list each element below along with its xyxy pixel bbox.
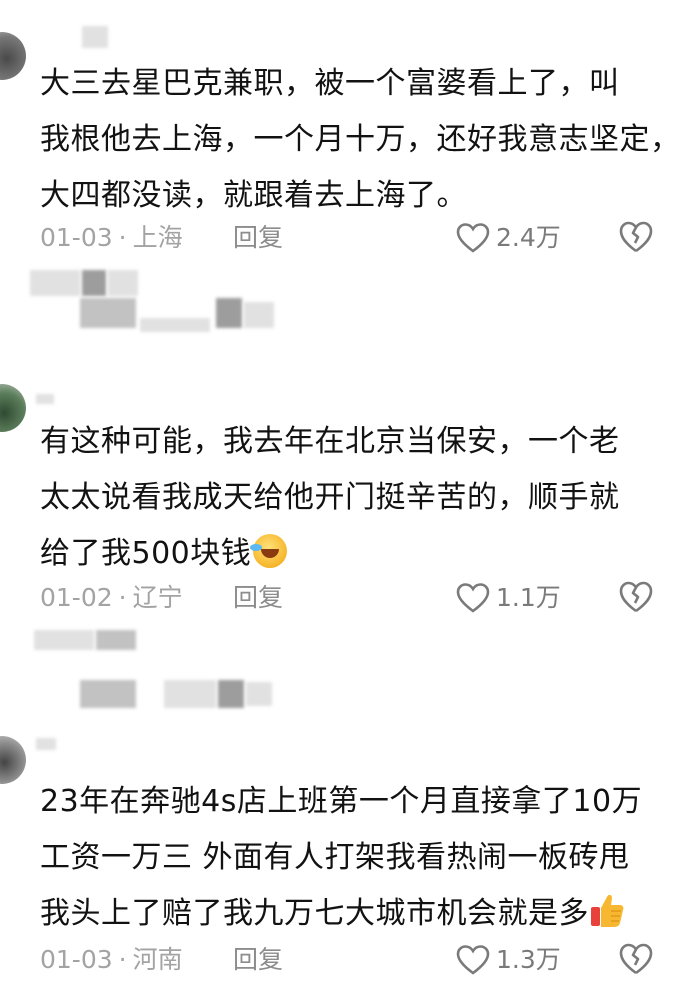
comment-line: 有这种可能，我去年在北京当保安，一个老	[40, 424, 620, 459]
heart-icon	[456, 583, 490, 613]
heart-icon	[456, 223, 490, 253]
comment-date-location: 01-03 · 上海	[40, 223, 183, 252]
heart-icon	[456, 945, 490, 975]
like-count: 1.1万	[496, 583, 561, 612]
comment-line: 给了我500块钱	[40, 526, 670, 582]
reply-preview-blurred	[140, 318, 210, 332]
broken-heart-icon[interactable]	[618, 580, 654, 614]
comment-line: 我根他去上海，一个月十万，还好我意志坚定，	[40, 122, 681, 157]
comment-line: 我头上了赔了我九万七大城市机会就是多	[40, 886, 670, 942]
comment-line: 工资一万三 外面有人打架我看热闹一板砖甩	[40, 840, 630, 875]
username-blurred	[36, 738, 56, 750]
comment-line: 大三去星巴克兼职，被一个富婆看上了，叫	[40, 66, 620, 101]
reply-preview-blurred	[34, 630, 94, 650]
avatar[interactable]	[0, 384, 26, 432]
like-button[interactable]: 2.4万	[456, 218, 561, 258]
like-button[interactable]: 1.3万	[456, 940, 561, 980]
comment-date-location: 01-02 · 辽宁	[40, 583, 183, 612]
reply-preview-blurred	[30, 270, 80, 296]
comment-meta: 01-02 · 辽宁 回复 1.1万	[40, 578, 660, 618]
like-count: 2.4万	[496, 223, 561, 252]
broken-heart-icon[interactable]	[618, 220, 654, 254]
avatar[interactable]	[0, 32, 26, 80]
like-button[interactable]: 1.1万	[456, 578, 561, 618]
comment-meta: 01-03 · 上海 回复 2.4万	[40, 218, 660, 258]
reply-preview-blurred	[218, 680, 244, 708]
reply-preview-blurred	[96, 630, 136, 650]
reply-preview-blurred	[82, 270, 106, 296]
reply-preview-blurred	[108, 270, 138, 296]
comment-date-location: 01-03 · 河南	[40, 945, 183, 974]
comment-line: 大四都没读，就跟着去上海了。	[40, 178, 467, 213]
reply-button[interactable]: 回复	[233, 940, 283, 980]
reply-preview-blurred	[216, 298, 242, 328]
comment-text: 23年在奔驰4s店上班第一个月直接拿了10万 工资一万三 外面有人打架我看热闹一…	[40, 774, 670, 942]
like-count: 1.3万	[496, 945, 561, 974]
broken-heart-icon[interactable]	[618, 942, 654, 976]
comment-line: 23年在奔驰4s店上班第一个月直接拿了10万	[40, 784, 643, 819]
reply-preview-blurred	[80, 680, 136, 708]
rolling-laughing-emoji-icon	[250, 534, 288, 568]
comment-line: 太太说看我成天给他开门挺辛苦的，顺手就	[40, 480, 620, 515]
username-blurred	[82, 26, 108, 48]
comment-meta: 01-03 · 河南 回复 1.3万	[40, 940, 660, 980]
reply-preview-blurred	[246, 682, 272, 706]
reply-preview-blurred	[244, 302, 274, 328]
reply-preview-blurred	[164, 680, 216, 708]
thumbs-up-emoji-icon	[591, 894, 624, 927]
reply-button[interactable]: 回复	[233, 218, 283, 258]
username-blurred	[36, 394, 54, 404]
reply-preview-blurred	[80, 298, 136, 328]
avatar[interactable]	[0, 736, 26, 784]
reply-button[interactable]: 回复	[233, 578, 283, 618]
comment-text: 有这种可能，我去年在北京当保安，一个老 太太说看我成天给他开门挺辛苦的，顺手就 …	[40, 414, 670, 582]
comment-text: 大三去星巴克兼职，被一个富婆看上了，叫 我根他去上海，一个月十万，还好我意志坚定…	[40, 56, 681, 224]
